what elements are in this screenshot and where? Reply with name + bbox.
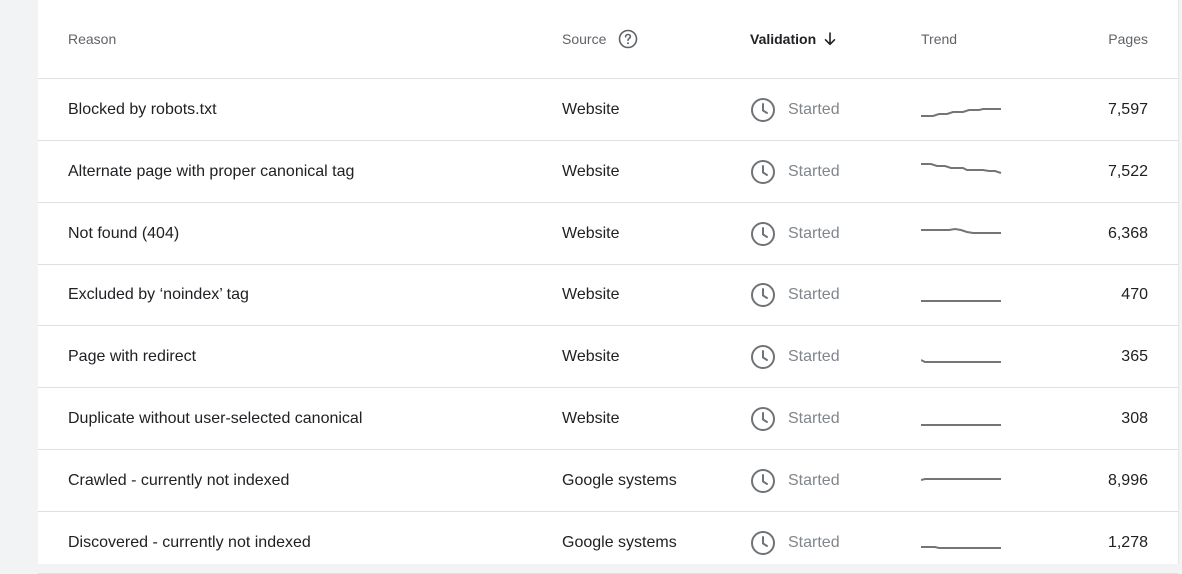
- header-pages[interactable]: Pages: [1108, 0, 1148, 78]
- reason-text: Not found (404): [68, 224, 180, 242]
- reason-text: Alternate page with proper canonical tag: [68, 162, 355, 180]
- issues-table: Reason Source Validation Trend Pages Blo…: [38, 0, 1179, 574]
- clock-icon: [750, 344, 776, 370]
- clock-icon: [750, 221, 776, 247]
- validation-status: Started: [788, 224, 840, 242]
- trend-sparkline: [921, 388, 1003, 449]
- trend-sparkline: [921, 79, 1003, 140]
- reason-text: Blocked by robots.txt: [68, 100, 217, 118]
- validation-status: Started: [788, 409, 840, 427]
- clock-icon: [750, 406, 776, 432]
- validation-status: Started: [788, 471, 840, 489]
- table-row[interactable]: Blocked by robots.txt Website Started 7,…: [38, 79, 1178, 141]
- header-source-label: Source: [562, 31, 607, 47]
- reason-text: Discovered - currently not indexed: [68, 533, 311, 551]
- clock-icon: [750, 282, 776, 308]
- reason-text: Page with redirect: [68, 347, 197, 365]
- header-trend-label: Trend: [921, 31, 958, 47]
- table-row[interactable]: Crawled - currently not indexed Google s…: [38, 450, 1178, 512]
- validation-status: Started: [788, 347, 840, 365]
- pages-count: 7,522: [1107, 162, 1148, 180]
- table-row[interactable]: Discovered - currently not indexed Googl…: [38, 512, 1178, 574]
- source-text: Website: [562, 224, 620, 242]
- header-trend[interactable]: Trend: [921, 0, 957, 78]
- trend-sparkline: [921, 450, 1003, 511]
- pages-count: 308: [1121, 409, 1148, 427]
- pages-count: 470: [1121, 285, 1148, 303]
- trend-sparkline: [921, 141, 1003, 202]
- clock-icon: [750, 468, 776, 494]
- help-circle-icon[interactable]: [618, 29, 638, 49]
- clock-icon: [750, 97, 776, 123]
- arrow-down-icon[interactable]: [822, 31, 838, 47]
- clock-icon: [750, 530, 776, 556]
- clock-icon: [750, 159, 776, 185]
- table-row[interactable]: Duplicate without user-selected canonica…: [38, 388, 1178, 450]
- table-row[interactable]: Excluded by ‘noindex’ tag Website Starte…: [38, 264, 1178, 326]
- pages-count: 1,278: [1107, 533, 1148, 551]
- source-text: Website: [562, 100, 620, 118]
- trend-sparkline: [921, 264, 1003, 325]
- pages-count: 365: [1121, 347, 1148, 365]
- source-text: Website: [562, 285, 620, 303]
- validation-status: Started: [788, 162, 840, 180]
- table-row[interactable]: Page with redirect Website Started 365: [38, 326, 1178, 388]
- source-text: Website: [562, 162, 620, 180]
- pages-count: 8,996: [1107, 471, 1148, 489]
- header-reason-label: Reason: [68, 31, 117, 47]
- table-header: Reason Source Validation Trend Pages: [38, 0, 1178, 79]
- table-row[interactable]: Not found (404) Website Started 6,368: [38, 203, 1178, 265]
- header-source[interactable]: Source: [562, 0, 638, 78]
- pages-count: 7,597: [1107, 100, 1148, 118]
- validation-status: Started: [788, 533, 840, 551]
- validation-status: Started: [788, 285, 840, 303]
- source-text: Google systems: [562, 533, 677, 551]
- source-text: Website: [562, 409, 620, 427]
- header-pages-label: Pages: [1108, 31, 1148, 47]
- validation-status: Started: [788, 100, 840, 118]
- header-validation-label: Validation: [750, 31, 817, 47]
- reason-text: Excluded by ‘noindex’ tag: [68, 285, 249, 303]
- reason-text: Crawled - currently not indexed: [68, 471, 290, 489]
- reason-text: Duplicate without user-selected canonica…: [68, 409, 363, 427]
- pages-count: 6,368: [1107, 224, 1148, 242]
- table-row[interactable]: Alternate page with proper canonical tag…: [38, 141, 1178, 203]
- source-text: Google systems: [562, 471, 677, 489]
- header-validation[interactable]: Validation: [750, 0, 838, 78]
- header-reason[interactable]: Reason: [68, 0, 116, 78]
- source-text: Website: [562, 347, 620, 365]
- trend-sparkline: [921, 203, 1003, 264]
- trend-sparkline: [921, 326, 1003, 387]
